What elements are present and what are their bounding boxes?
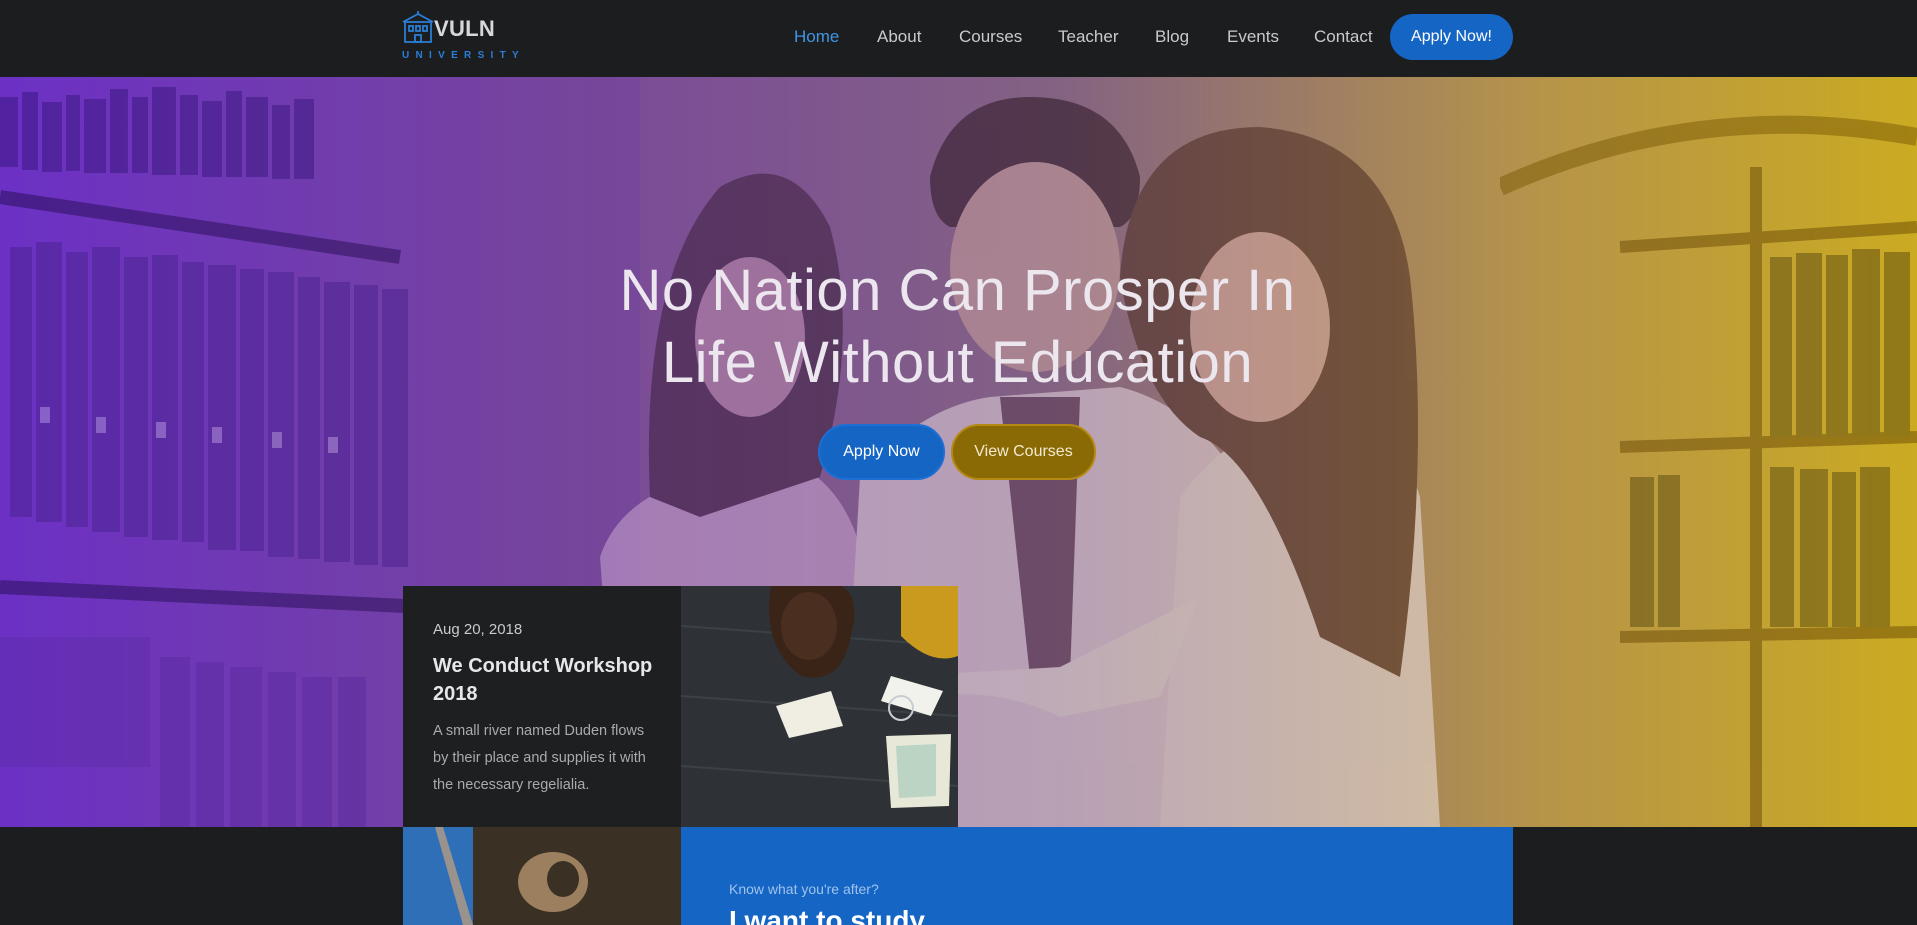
study-photo-graphic [403, 827, 681, 925]
nav-courses[interactable]: Courses [959, 27, 1022, 47]
top-navbar: VULN UNIVERSITY Home About Courses Teach… [0, 0, 1917, 77]
hero-headline: No Nation Can Prosper In Life Without Ed… [560, 255, 1355, 399]
event-date: Aug 20, 2018 [433, 621, 523, 638]
hero-apply-button[interactable]: Apply Now [818, 424, 945, 480]
event-card[interactable]: Aug 20, 2018 We Conduct Workshop 2018 A … [403, 586, 958, 827]
hero-view-courses-button[interactable]: View Courses [951, 424, 1096, 480]
event-description: A small river named Duden flows by their… [433, 723, 646, 793]
nav-home[interactable]: Home [794, 27, 839, 47]
logo-name: VULN [434, 16, 496, 41]
nav-contact[interactable]: Contact [1314, 27, 1373, 47]
nav-apply-button[interactable]: Apply Now! [1390, 14, 1513, 60]
nav-events[interactable]: Events [1227, 27, 1279, 47]
study-side-photo [403, 827, 681, 925]
hero-section: No Nation Can Prosper In Life Without Ed… [0, 77, 1917, 827]
nav-about[interactable]: About [877, 27, 921, 47]
event-text-panel: Aug 20, 2018 We Conduct Workshop 2018 A … [403, 586, 681, 827]
study-search-panel: Know what you're after? I want to study [681, 827, 1513, 925]
event-title[interactable]: We Conduct Workshop 2018 [433, 652, 658, 708]
hero-headline-line2: Life Without Education [661, 330, 1254, 395]
event-workshop-photo[interactable] [681, 586, 958, 827]
university-building-icon [402, 11, 434, 43]
hero-headline-line1: No Nation Can Prosper In [619, 258, 1296, 323]
study-title: I want to study [729, 905, 925, 925]
nav-blog[interactable]: Blog [1155, 27, 1189, 47]
nav-teacher[interactable]: Teacher [1058, 27, 1118, 47]
site-logo[interactable]: VULN UNIVERSITY [402, 10, 542, 66]
logo-subtitle: UNIVERSITY [402, 50, 526, 61]
study-kicker: Know what you're after? [729, 881, 879, 897]
